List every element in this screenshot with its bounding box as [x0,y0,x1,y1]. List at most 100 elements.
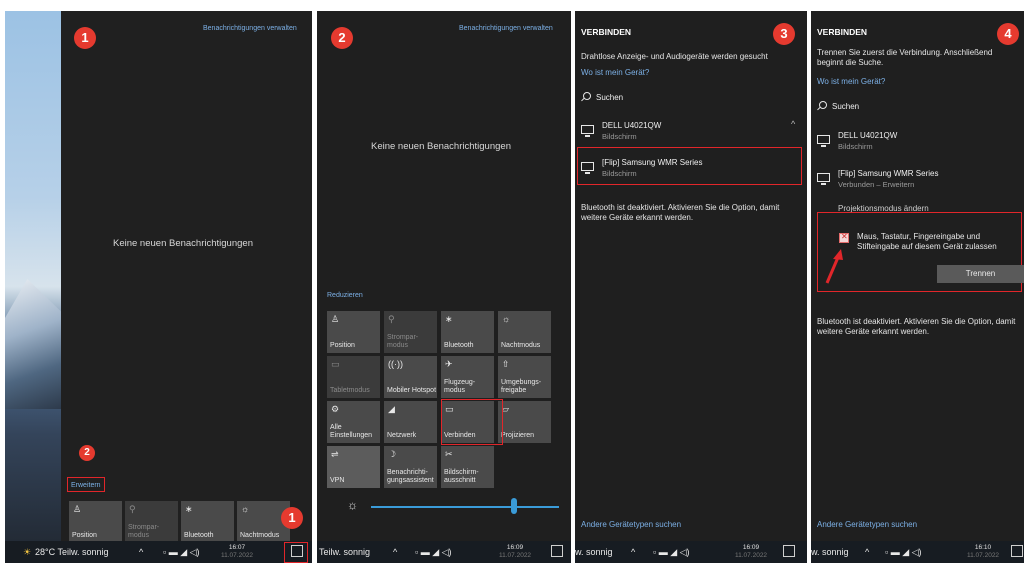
search-label[interactable]: Suchen [596,93,623,102]
search-icon [583,92,591,100]
tile-tabletmodus[interactable]: ▭ Tabletmodus [327,356,380,398]
panel-connect-searching: VERBINDEN 3 Drahtlose Anzeige- und Audio… [575,11,807,563]
tile-label: Bildschirm-ausschnitt [444,469,479,484]
tile-label: Tabletmodus [330,387,370,394]
tile-label: Nachtmodus [501,342,541,349]
allow-input-checkbox[interactable] [839,232,849,243]
bluetooth-note: Bluetooth ist deaktiviert. Aktivieren Si… [581,203,780,222]
weather-text[interactable]: w. sonnig [811,547,849,557]
tile-icon: ▱ [502,404,509,414]
tray-icons[interactable]: ▫ ▬ ◢ ◁) [163,547,200,558]
tile-projizieren[interactable]: ▱ Projizieren [498,401,551,443]
tray-icons[interactable]: ▫ ▬ ◢ ◁) [415,547,452,558]
tile-label: Strompar-modus [128,524,160,539]
manage-notifications-link[interactable]: Benachrichtigungen verwalten [459,25,553,32]
clock-date: 11.07.2022 [499,552,532,559]
clock-time: 16:10 [974,544,992,551]
device-type: Bildschirm [838,142,873,151]
brightness-slider[interactable]: ☼ [347,496,562,516]
disconnect-first-text: Trennen Sie zuerst die Verbindung. Ansch… [817,48,993,67]
tile-bildschirm-ausschnitt[interactable]: ✂ Bildschirm-ausschnitt [441,446,494,488]
tile-icon: ☼ [502,314,511,324]
connect-header: VERBINDEN [817,27,868,37]
tile-label: Position [72,532,97,539]
tile-battery-saver[interactable]: ⚲ Strompar-modus [125,501,178,543]
notification-center-icon[interactable] [783,545,795,557]
tile-label: Mobiler Hotspot [387,387,437,394]
device-status: Verbunden – Erweitern [838,180,915,189]
clock[interactable]: 16:09 11.07.2022 [499,544,531,560]
tile-label: Netzwerk [387,432,417,439]
tile-icon: ((·)) [388,359,403,369]
tray-chevron-icon[interactable]: ^ [393,547,397,557]
tray-chevron-icon[interactable]: ^ [865,547,869,557]
clock[interactable]: 16:07 11.07.2022 [221,544,253,560]
notification-center-icon[interactable] [1011,545,1023,557]
tile-label: Strompar-modus [387,334,419,349]
searching-text: Drahtlose Anzeige- und Audiogeräte werde… [581,52,768,61]
step-badge: 1 [74,27,96,49]
device-name: DELL U4021QW [602,121,662,130]
bluetooth-icon: ∗ [185,504,193,514]
clock-date: 11.07.2022 [735,552,768,559]
tile-bluetooth[interactable]: ∗ Bluetooth [441,311,494,353]
tile-label: Bluetooth [184,532,214,539]
tile-alle-einstellungen[interactable]: ⚙ Alle Einstellungen [327,401,380,443]
slider-thumb[interactable] [511,498,517,514]
weather-text[interactable]: w. sonnig [575,547,613,557]
tile-vpn[interactable]: ⇌ VPN [327,446,380,488]
tile-label: Bluetooth [444,342,474,349]
panel-action-center-expanded: 2 Benachrichtigungen verwalten Keine neu… [317,11,571,563]
taskbar: Teilw. sonnig ^ ▫ ▬ ◢ ◁) 16:09 11.07.202… [317,541,571,563]
tile-nachtmodus[interactable]: ☼ Nachtmodus [498,311,551,353]
clock-time: 16:09 [506,544,524,551]
bluetooth-note: Bluetooth ist deaktiviert. Aktivieren Si… [817,317,1016,336]
chevron-up-icon[interactable]: ^ [791,119,795,129]
where-is-my-device-link[interactable]: Wo ist mein Gerät? [817,77,885,86]
night-mode-icon: ☼ [241,504,250,514]
tile-netzwerk[interactable]: ◢ Netzwerk [384,401,437,443]
collapse-link[interactable]: Reduzieren [327,292,363,299]
tile-icon: ▭ [331,359,340,369]
allow-input-label: Maus, Tastatur, Fingereingabe und Stifte… [857,232,997,251]
search-label[interactable]: Suchen [832,102,859,111]
tile-bluetooth[interactable]: ∗ Bluetooth [181,501,234,543]
step-badge: 3 [773,23,795,45]
tray-icons[interactable]: ▫ ▬ ◢ ◁) [653,547,690,558]
manage-notifications-link[interactable]: Benachrichtigungen verwalten [203,25,297,32]
no-notifications-text: Keine neuen Benachrichtigungen [113,238,253,249]
taskbar: w. sonnig ^ ▫ ▬ ◢ ◁) 16:10 11.07.2022 [811,541,1024,563]
weather-text[interactable]: 28°C Teilw. sonnig [35,547,108,557]
clock-date: 11.07.2022 [967,552,1000,559]
position-icon: ♙ [73,504,82,514]
tile-position[interactable]: ♙ Position [69,501,122,543]
notification-center-icon[interactable] [551,545,563,557]
tile-icon: ∗ [445,314,453,324]
clock[interactable]: 16:09 11.07.2022 [735,544,767,560]
screenshot-collage: 1 Benachrichtigungen verwalten Keine neu… [0,0,1024,563]
monitor-icon [581,125,594,137]
where-is-my-device-link[interactable]: Wo ist mein Gerät? [581,68,649,77]
tile-icon: ◢ [388,404,395,414]
tile-umgebungs-freigabe[interactable]: ⇧ Umgebungs-freigabe [498,356,551,398]
tile-mobiler-hotspot[interactable]: ((·)) Mobiler Hotspot [384,356,437,398]
clock[interactable]: 16:10 11.07.2022 [967,544,999,560]
tile-icon: ⇧ [502,359,510,369]
tray-chevron-icon[interactable]: ^ [631,547,635,557]
tile-flugzeug-modus[interactable]: ✈ Flugzeug-modus [441,356,494,398]
tray-chevron-icon[interactable]: ^ [139,547,143,557]
desktop-wallpaper [5,11,61,541]
taskbar: ☀ 28°C Teilw. sonnig ^ ▫ ▬ ◢ ◁) 16:07 11… [5,541,312,563]
highlight-samsung [577,147,802,185]
tray-icons[interactable]: ▫ ▬ ◢ ◁) [885,547,922,558]
tile-benachrichti-gungsassistent[interactable]: ☽ Benachrichti-gungsassistent [384,446,437,488]
tile-label: Umgebungs-freigabe [501,379,542,394]
weather-text[interactable]: Teilw. sonnig [319,547,370,557]
tile-position[interactable]: ♙ Position [327,311,380,353]
clock-date: 11.07.2022 [221,552,254,559]
other-device-types-link[interactable]: Andere Gerätetypen suchen [817,520,917,529]
tile-strompar-modus[interactable]: ⚲ Strompar-modus [384,311,437,353]
disconnect-button[interactable]: Trennen [937,265,1024,283]
highlight-expand [67,477,105,492]
other-device-types-link[interactable]: Andere Gerätetypen suchen [581,520,681,529]
